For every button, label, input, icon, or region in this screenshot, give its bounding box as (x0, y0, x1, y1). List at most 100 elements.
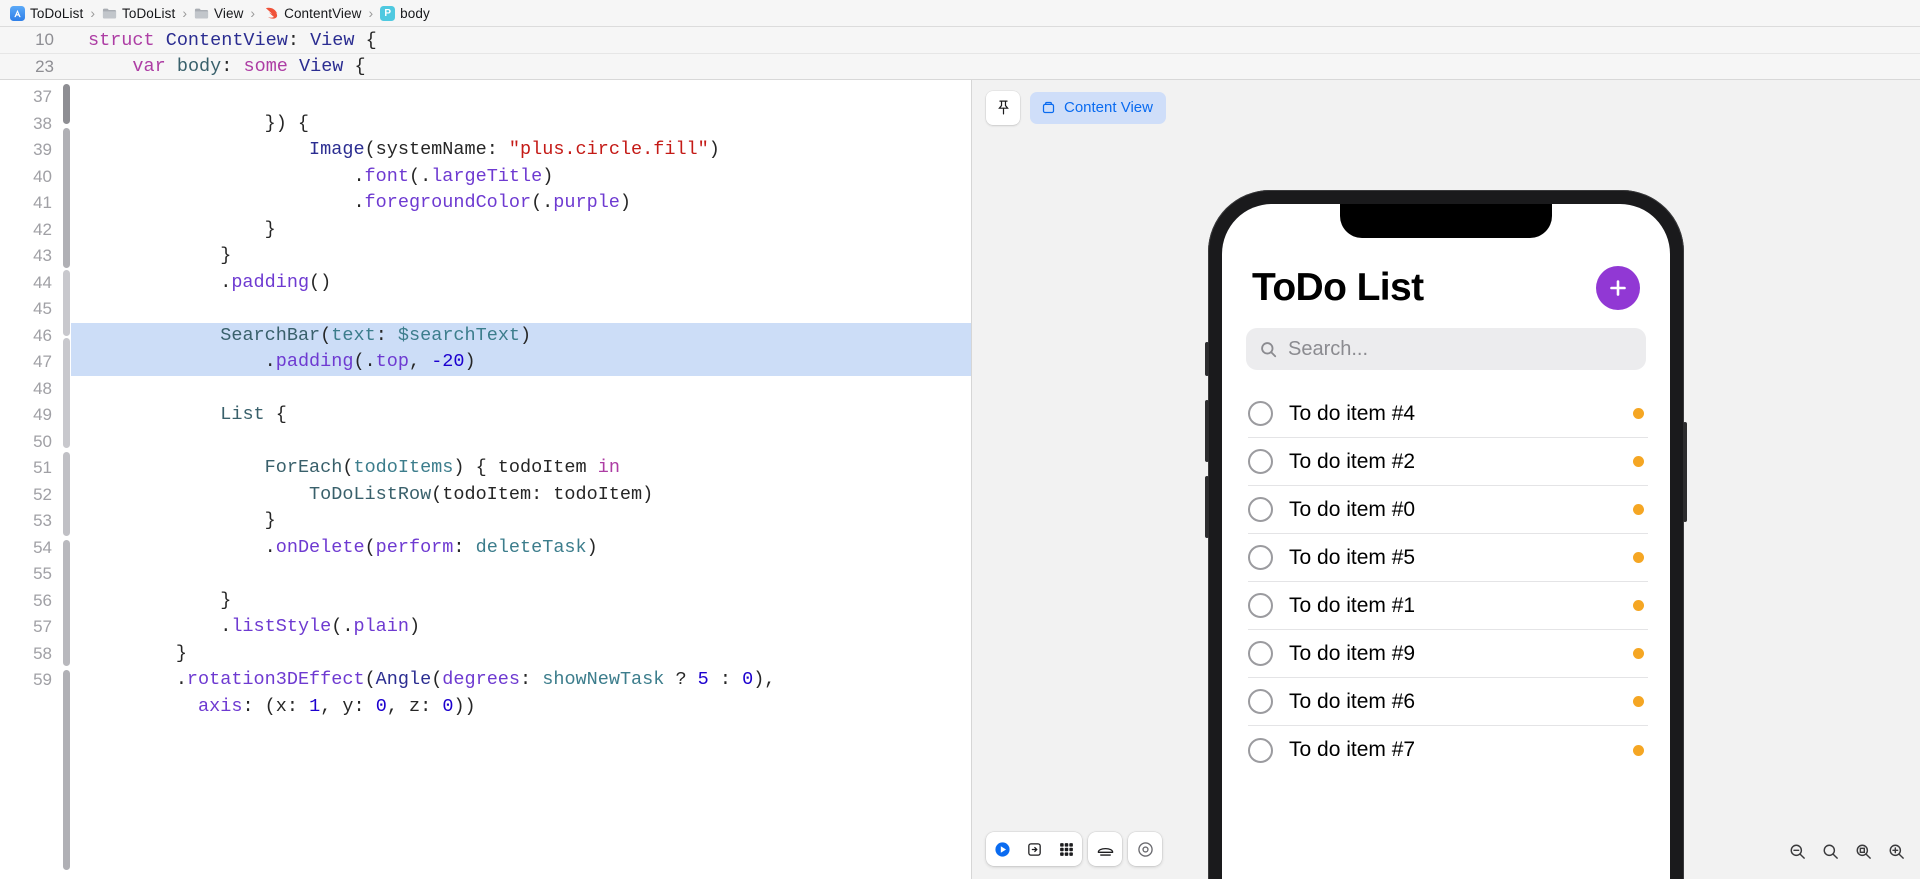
device-settings-button[interactable] (1088, 832, 1122, 866)
device-screen[interactable]: ToDo List Search... To do item #4 To do … (1222, 204, 1670, 879)
code-text-area[interactable]: }) { Image(systemName: "plus.circle.fill… (71, 80, 971, 879)
todo-checkbox-icon[interactable] (1248, 545, 1273, 570)
zoom-fit-icon[interactable] (1821, 842, 1840, 861)
line-number[interactable]: 39 (0, 137, 62, 164)
code-line[interactable]: Image(systemName: "plus.circle.fill") (71, 137, 971, 164)
line-number[interactable]: 46 (0, 323, 62, 350)
code-token: ) (586, 536, 598, 558)
code-line[interactable]: } (71, 508, 971, 535)
line-number[interactable]: 57 (0, 614, 62, 641)
todo-checkbox-icon[interactable] (1248, 401, 1273, 426)
todo-list-row[interactable]: To do item #0 (1248, 486, 1648, 534)
line-number[interactable]: 43 (0, 243, 62, 270)
scope-line-number: 10 (35, 30, 54, 49)
search-input[interactable]: Search... (1246, 328, 1646, 370)
line-number[interactable]: 50 (0, 429, 62, 456)
pin-icon-button[interactable] (986, 90, 1020, 125)
breadcrumb-item-todolist[interactable]: ToDoList (10, 5, 83, 21)
line-number[interactable]: 51 (0, 455, 62, 482)
line-number[interactable]: 45 (0, 296, 62, 323)
line-number[interactable]: 47 (0, 349, 62, 376)
line-number[interactable]: 40 (0, 164, 62, 191)
code-line[interactable]: } (71, 243, 971, 270)
line-number[interactable] (0, 694, 62, 721)
run-on-device-button[interactable] (1018, 832, 1050, 866)
breadcrumb-item-todolist[interactable]: ToDoList (102, 6, 175, 21)
zoom-out-icon[interactable] (1788, 842, 1807, 861)
folder-icon (194, 7, 209, 20)
code-line[interactable]: .rotation3DEffect(Angle(degrees: showNew… (71, 667, 971, 694)
line-number[interactable]: 56 (0, 588, 62, 615)
live-preview-play-button[interactable] (986, 832, 1018, 866)
code-token: . (87, 669, 187, 690)
variants-button[interactable] (1050, 832, 1082, 866)
code-line[interactable] (71, 376, 971, 403)
code-token: , z: (386, 695, 443, 717)
breadcrumb-item-view[interactable]: View (194, 6, 243, 21)
code-line[interactable]: axis: (x: 1, y: 0, z: 0)) (71, 694, 971, 721)
code-line[interactable]: .padding() (71, 270, 971, 297)
code-token: . (87, 616, 232, 637)
todo-checkbox-icon[interactable] (1248, 641, 1273, 666)
code-token: 5 (697, 669, 709, 690)
line-number[interactable]: 54 (0, 535, 62, 562)
todo-list-row[interactable]: To do item #9 (1248, 630, 1648, 678)
line-number[interactable]: 44 (0, 270, 62, 297)
line-number[interactable]: 48 (0, 376, 62, 403)
zoom-in-icon[interactable] (1887, 842, 1906, 861)
line-number[interactable]: 55 (0, 561, 62, 588)
preview-scheme-button[interactable]: Content View (1030, 91, 1166, 124)
line-number[interactable]: 37 (0, 84, 62, 111)
code-line[interactable]: }) { (71, 111, 971, 138)
code-line[interactable]: } (71, 588, 971, 615)
code-line[interactable]: ToDoListRow(todoItem: todoItem) (71, 482, 971, 509)
line-number[interactable]: 58 (0, 641, 62, 668)
line-number[interactable]: 52 (0, 482, 62, 509)
line-number[interactable]: 38 (0, 111, 62, 138)
todo-list-row[interactable]: To do item #1 (1248, 582, 1648, 630)
todo-checkbox-icon[interactable] (1248, 449, 1273, 474)
code-line[interactable]: .padding(.top, -20) (71, 349, 971, 376)
todo-list-row[interactable]: To do item #5 (1248, 534, 1648, 582)
code-line[interactable]: ForEach(todoItems) { todoItem in (71, 455, 971, 482)
code-line[interactable] (71, 296, 971, 323)
code-line[interactable]: .listStyle(.plain) (71, 614, 971, 641)
code-line[interactable]: List { (71, 402, 971, 429)
scope-line[interactable]: 10 struct ContentView: View { (0, 27, 1920, 53)
change-indicator-bar[interactable] (62, 80, 71, 879)
zoom-controls (1788, 836, 1906, 866)
todo-list-row[interactable]: To do item #4 (1248, 390, 1648, 438)
code-line[interactable]: .foregroundColor(.purple) (71, 190, 971, 217)
line-number[interactable]: 49 (0, 402, 62, 429)
breadcrumb-item-body[interactable]: Pbody (380, 5, 430, 21)
code-line[interactable] (71, 561, 971, 588)
zoom-reset-icon[interactable] (1854, 842, 1873, 861)
code-line[interactable]: } (71, 217, 971, 244)
code-line[interactable] (71, 84, 971, 111)
todo-list-row[interactable]: To do item #6 (1248, 678, 1648, 726)
line-number[interactable]: 53 (0, 508, 62, 535)
todo-list-row[interactable]: To do item #2 (1248, 438, 1648, 486)
code-line[interactable]: .font(.largeTitle) (71, 164, 971, 191)
breadcrumb-item-label: ToDoList (122, 5, 176, 21)
add-task-button[interactable] (1596, 266, 1640, 310)
code-token: listStyle (231, 616, 332, 637)
line-number[interactable]: 41 (0, 190, 62, 217)
scope-line[interactable]: 23 var body: some View { (0, 53, 1920, 79)
code-line[interactable] (71, 429, 971, 456)
line-number[interactable]: 59 (0, 667, 62, 694)
code-line[interactable]: } (71, 641, 971, 668)
source-editor[interactable]: 37 38 39 40 41 42 43 44 45 46 47 48 49 50 51 52 53 54 55 56… (0, 80, 971, 879)
code-line[interactable]: SearchBar(text: $searchText) (71, 322, 971, 349)
todo-checkbox-icon[interactable] (1248, 593, 1273, 618)
code-token: (. (408, 165, 432, 187)
todo-list-row[interactable]: To do item #7 (1248, 726, 1648, 774)
inspect-button[interactable] (1128, 832, 1162, 866)
line-number[interactable]: 42 (0, 217, 62, 244)
todo-checkbox-icon[interactable] (1248, 689, 1273, 714)
breadcrumb-item-contentview[interactable]: ContentView (262, 6, 361, 21)
code-token: () (309, 271, 332, 293)
todo-checkbox-icon[interactable] (1248, 497, 1273, 522)
code-line[interactable]: .onDelete(perform: deleteTask) (71, 535, 971, 562)
todo-checkbox-icon[interactable] (1248, 737, 1273, 763)
